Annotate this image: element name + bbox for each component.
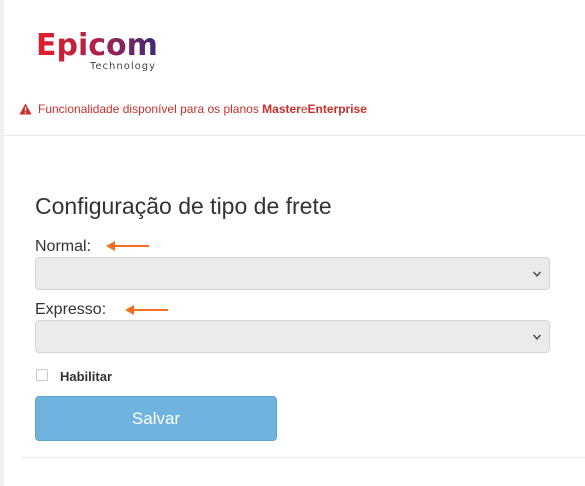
- alert-plan-enterprise: Enterprise: [307, 102, 367, 116]
- annotation-arrow-normal: [106, 241, 149, 251]
- left-edge: [0, 0, 4, 486]
- normal-label: Normal:: [35, 238, 92, 255]
- save-button[interactable]: Salvar: [35, 396, 277, 441]
- expresso-shipping-select[interactable]: [35, 320, 550, 353]
- alert-prefix: Funcionalidade disponível para os planos: [38, 102, 259, 116]
- alert-plan-master: Master: [262, 102, 301, 116]
- annotation-arrow-expresso: [125, 305, 168, 315]
- logo-tagline: Technology: [89, 61, 156, 72]
- top-divider: [4, 135, 585, 136]
- normal-shipping-select[interactable]: [35, 257, 550, 290]
- logo-wordmark: Epicom: [36, 28, 158, 63]
- warning-icon: [19, 103, 32, 115]
- epicom-logo: Epicom Technology: [36, 28, 186, 74]
- habilitar-checkbox[interactable]: [36, 369, 48, 381]
- page-title: Configuração de tipo de frete: [35, 193, 332, 219]
- chevron-down-icon: [532, 271, 542, 277]
- chevron-down-icon: [532, 334, 542, 340]
- alert-conjunction: e: [300, 102, 308, 116]
- plan-availability-alert: Funcionalidade disponível para os planos…: [19, 102, 367, 116]
- habilitar-label[interactable]: Habilitar: [60, 369, 112, 384]
- logo-graphic: Epicom Technology: [36, 28, 158, 72]
- bottom-divider: [22, 457, 585, 458]
- expresso-label: Expresso:: [35, 301, 107, 318]
- habilitar-row: Habilitar: [36, 369, 112, 384]
